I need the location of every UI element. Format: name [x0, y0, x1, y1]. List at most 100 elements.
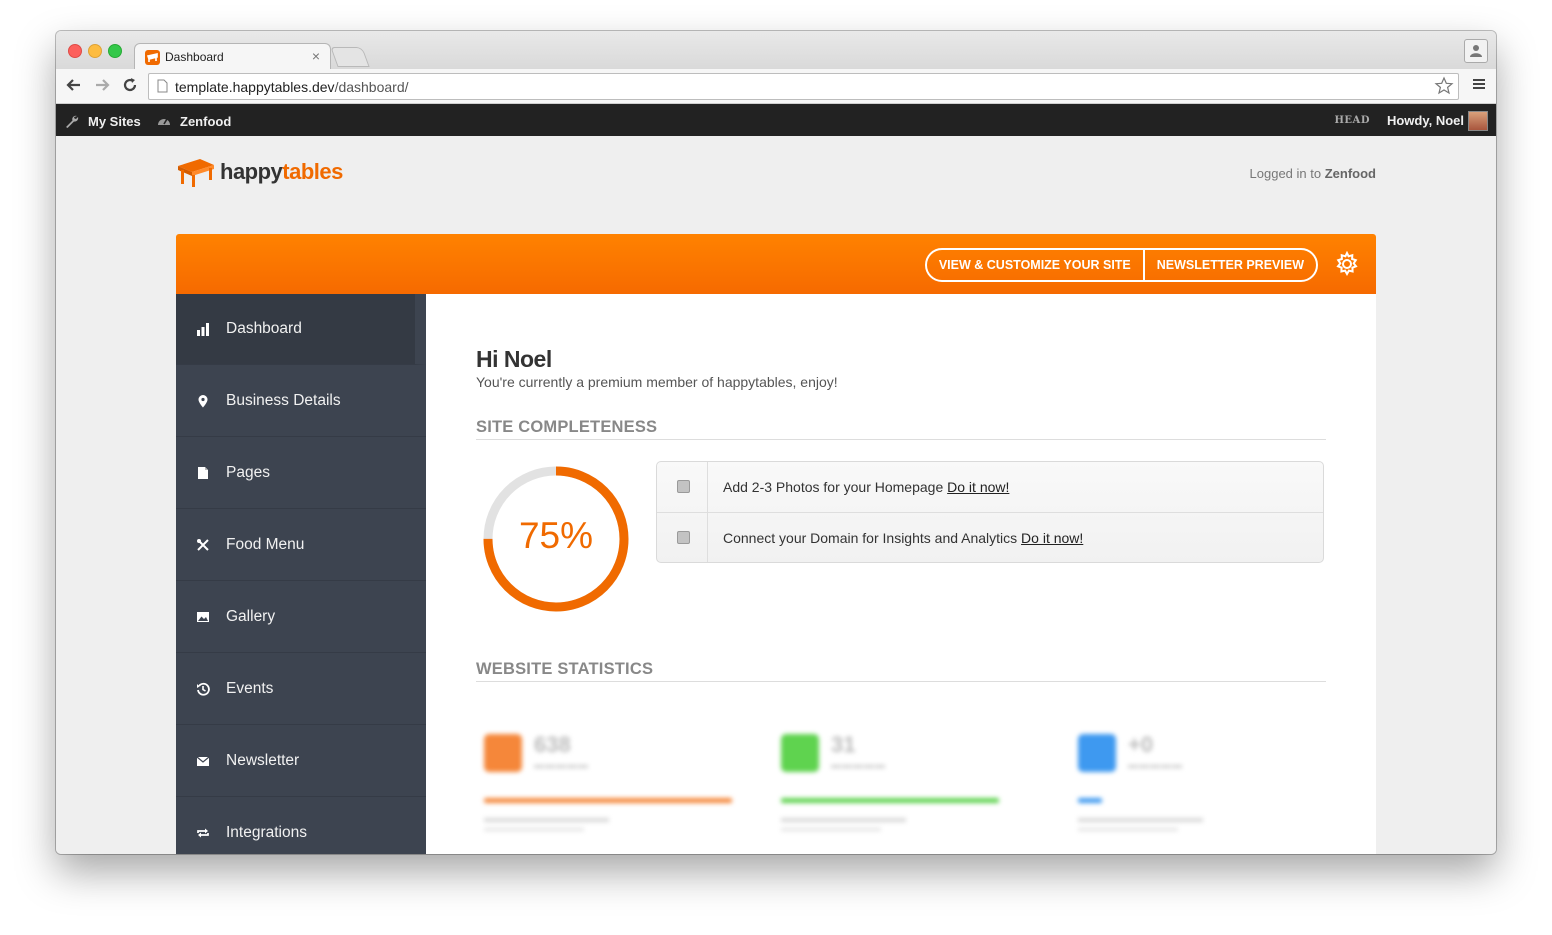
- wp-admin-bar: My Sites Zenfood HEAD Howdy, Noel: [56, 104, 1496, 136]
- task-row: Add 2-3 Photos for your Homepage Do it n…: [657, 462, 1323, 513]
- address-bar[interactable]: template.happytables.dev/dashboard/: [148, 73, 1459, 100]
- stat-detail-placeholder: [781, 818, 906, 822]
- git-branch-label: HEAD: [1334, 115, 1370, 126]
- sidebar-item-gallery[interactable]: Gallery: [176, 581, 426, 653]
- browser-toolbar: template.happytables.dev/dashboard/: [56, 69, 1496, 104]
- dashboard-content: Hi Noel You're currently a premium membe…: [426, 294, 1376, 854]
- task-checkbox[interactable]: [677, 480, 690, 493]
- stat-detail-placeholder: [781, 828, 881, 831]
- tab-close-icon[interactable]: ×: [312, 48, 320, 64]
- website-statistics-heading: WEBSITE STATISTICS: [476, 660, 1326, 682]
- logged-in-status: Logged in to Zenfood: [1250, 166, 1376, 181]
- map-pin-icon: [198, 394, 208, 407]
- stat-caption-placeholder: ▬▬▬▬▬: [1128, 760, 1183, 771]
- browser-titlebar: Dashboard ×: [56, 31, 1496, 71]
- stat-progress-bar: [781, 798, 999, 803]
- stat-progress-bar: [1078, 798, 1102, 803]
- gauge-icon: [484, 734, 522, 772]
- view-customize-site-button[interactable]: VIEW & CUSTOMIZE YOUR SITE: [927, 250, 1143, 280]
- my-sites-menu[interactable]: My Sites: [64, 113, 141, 129]
- arrow-left-icon: [66, 79, 80, 91]
- sidebar-item-business-details[interactable]: Business Details: [176, 365, 426, 437]
- bar-chart-icon: [197, 323, 209, 336]
- forward-button[interactable]: [92, 75, 112, 95]
- image-icon: [197, 611, 209, 622]
- sidebar-item-label: Integrations: [226, 823, 307, 841]
- sidebar-nav: Dashboard Business Details Pages Food Me…: [176, 294, 426, 854]
- stat-value: 638: [534, 732, 571, 757]
- site-name-label: Zenfood: [180, 113, 232, 129]
- stat-caption-placeholder: ▬▬▬▬▬: [831, 760, 886, 771]
- sidebar-item-newsletter[interactable]: Newsletter: [176, 725, 426, 797]
- my-sites-label: My Sites: [88, 113, 141, 129]
- minimize-window-button[interactable]: [88, 44, 102, 58]
- url-text: template.happytables.dev/dashboard/: [175, 79, 409, 95]
- do-it-now-link[interactable]: Do it now!: [947, 479, 1009, 495]
- tab-title: Dashboard: [165, 50, 224, 64]
- envelope-icon: [196, 756, 210, 766]
- sidebar-item-label: Dashboard: [226, 320, 302, 337]
- top-action-bar: VIEW & CUSTOMIZE YOUR SITE NEWSLETTER PR…: [176, 234, 1376, 294]
- happytables-dashboard-page: happytables Logged in to Zenfood VIEW & …: [56, 136, 1496, 854]
- person-icon: [1470, 45, 1482, 57]
- membership-subtitle: You're currently a premium member of hap…: [476, 374, 838, 390]
- header-actions-group: VIEW & CUSTOMIZE YOUR SITE NEWSLETTER PR…: [924, 248, 1318, 282]
- wrench-icon: [66, 115, 79, 128]
- stat-progress-bar: [484, 798, 732, 803]
- logo-wordmark: happytables: [220, 159, 343, 185]
- sidebar-item-label: Gallery: [226, 607, 276, 625]
- task-checkbox-cell: [657, 462, 708, 512]
- sidebar-item-food-menu[interactable]: Food Menu: [176, 509, 426, 581]
- task-checkbox-cell: [657, 513, 708, 562]
- sidebar-item-pages[interactable]: Pages: [176, 437, 426, 509]
- completeness-percent: 75%: [518, 515, 594, 556]
- sidebar-item-events[interactable]: Events: [176, 653, 426, 725]
- browser-menu-icon[interactable]: [1472, 77, 1486, 91]
- stat-detail-placeholder: [484, 818, 609, 822]
- newsletter-preview-button[interactable]: NEWSLETTER PREVIEW: [1145, 250, 1316, 280]
- do-it-now-link[interactable]: Do it now!: [1021, 530, 1083, 546]
- sidebar-item-integrations[interactable]: Integrations: [176, 797, 426, 854]
- back-button[interactable]: [64, 75, 84, 95]
- browser-tab[interactable]: Dashboard ×: [134, 43, 331, 71]
- lock-icon: [781, 734, 819, 772]
- stat-caption-placeholder: ▬▬▬▬▬: [534, 760, 589, 771]
- task-text: Connect your Domain for Insights and Ana…: [723, 530, 1083, 546]
- page-icon: [157, 79, 168, 93]
- close-window-button[interactable]: [68, 44, 82, 58]
- website-statistics-blurred: 638 ▬▬▬▬▬ 31 ▬▬▬▬▬ +0 ▬▬▬▬▬: [476, 724, 1376, 854]
- dashboard-gauge-icon: [158, 118, 170, 125]
- utensils-icon: [197, 538, 209, 551]
- stat-detail-placeholder: [1078, 828, 1178, 831]
- subscribers-icon: [1078, 734, 1116, 772]
- sidebar-item-label: Food Menu: [226, 535, 305, 553]
- maximize-window-button[interactable]: [108, 44, 122, 58]
- site-menu[interactable]: Zenfood: [156, 113, 231, 129]
- site-completeness-heading: SITE COMPLETENESS: [476, 418, 1326, 440]
- reload-button[interactable]: [120, 75, 140, 95]
- logged-in-prefix: Logged in to: [1249, 166, 1322, 181]
- logged-in-site: Zenfood: [1324, 166, 1376, 181]
- happytables-favicon-icon: [145, 50, 160, 65]
- gear-icon[interactable]: [1334, 251, 1360, 277]
- arrow-right-icon: [96, 79, 110, 91]
- stat-detail-placeholder: [1078, 818, 1203, 822]
- howdy-user-menu[interactable]: Howdy, Noel: [1387, 113, 1464, 128]
- new-tab-button[interactable]: [330, 47, 370, 67]
- profile-button[interactable]: [1464, 39, 1488, 63]
- document-icon: [198, 466, 208, 479]
- sidebar-item-label: Pages: [226, 463, 270, 481]
- logo-tables: tables: [282, 159, 343, 184]
- user-avatar[interactable]: [1468, 111, 1488, 131]
- task-description: Connect your Domain for Insights and Ana…: [723, 530, 1018, 546]
- history-icon: [197, 682, 210, 696]
- table-logo-icon: [178, 159, 214, 187]
- url-host: template.happytables.dev: [175, 79, 335, 95]
- task-checkbox[interactable]: [677, 531, 690, 544]
- happytables-logo[interactable]: happytables: [176, 156, 343, 188]
- sidebar-item-dashboard[interactable]: Dashboard: [176, 294, 426, 365]
- completeness-task-list: Add 2-3 Photos for your Homepage Do it n…: [656, 461, 1324, 563]
- reload-icon: [123, 78, 137, 92]
- bookmark-star-icon[interactable]: [1434, 76, 1454, 96]
- stat-value: 31: [831, 732, 856, 757]
